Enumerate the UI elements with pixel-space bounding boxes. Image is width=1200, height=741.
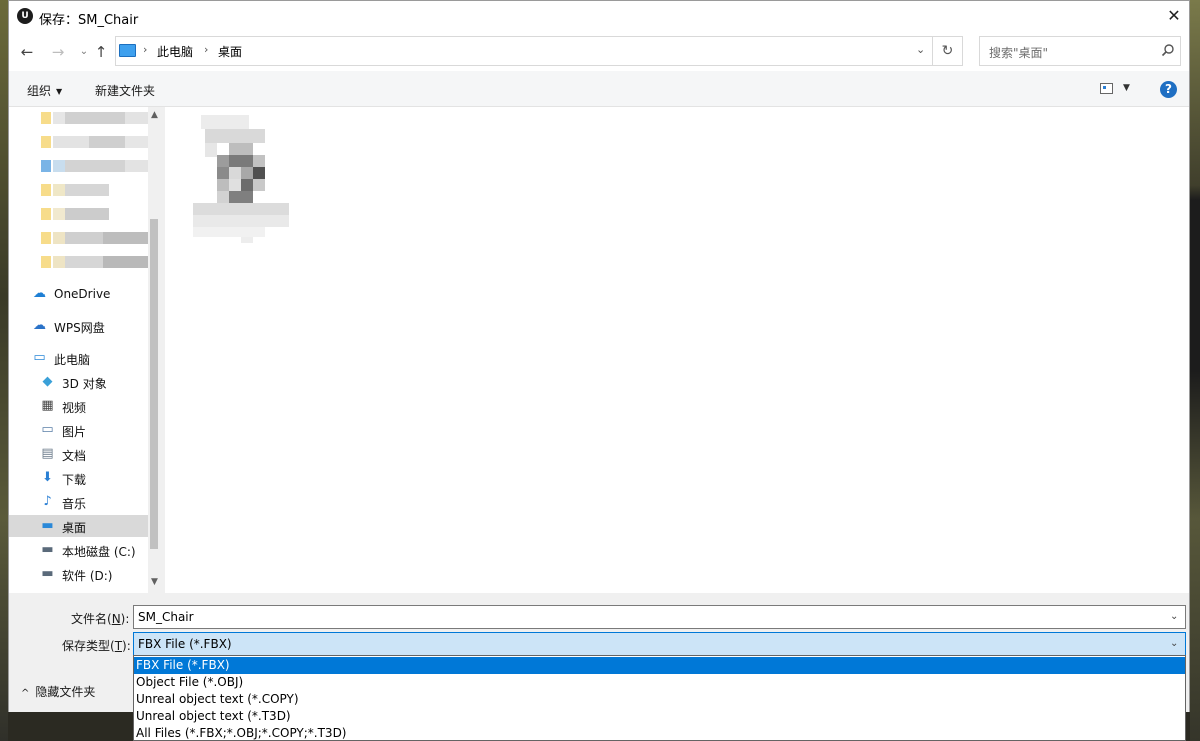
- obscured-quick-access-item[interactable]: [41, 112, 151, 124]
- command-bar: 组织 ▼ 新建文件夹 ▼ ?: [9, 71, 1189, 107]
- nav-item-videos[interactable]: ▦ 视频: [9, 395, 156, 417]
- breadcrumb-separator-icon[interactable]: ›: [143, 43, 147, 56]
- breadcrumb-this-pc[interactable]: 此电脑: [157, 43, 193, 60]
- navigation-bar: ← → ⌄ ↑ › 此电脑 › 桌面 ⌄ ↻ 搜索"桌面": [9, 33, 1189, 71]
- search-input[interactable]: 搜索"桌面": [979, 36, 1181, 66]
- scroll-down-arrow-icon[interactable]: ▼: [151, 577, 158, 587]
- dropdown-option-fbx[interactable]: FBX File (*.FBX): [134, 657, 1185, 674]
- save-type-dropdown-list: FBX File (*.FBX) Object File (*.OBJ) Unr…: [133, 655, 1186, 741]
- desktop-background-left: [0, 0, 8, 741]
- search-icon[interactable]: [1161, 43, 1175, 57]
- view-dropdown-caret-icon[interactable]: ▼: [1123, 83, 1130, 93]
- recent-locations-chevron-icon[interactable]: ⌄: [75, 42, 93, 62]
- close-button[interactable]: ✕: [1159, 1, 1189, 33]
- nav-item-drive-d[interactable]: ▬ 软件 (D:): [9, 563, 156, 585]
- organize-button[interactable]: 组织 ▼: [27, 82, 62, 99]
- drive-icon: ▬: [41, 542, 54, 557]
- nav-item-this-pc[interactable]: ▭ 此电脑: [9, 347, 156, 369]
- computer-icon: ▭: [33, 350, 46, 365]
- obscured-quick-access-item[interactable]: [41, 160, 151, 172]
- scroll-thumb[interactable]: [150, 219, 158, 549]
- file-list-view[interactable]: [165, 107, 1189, 593]
- unreal-app-icon: U: [17, 8, 33, 24]
- computer-icon: [119, 44, 136, 57]
- obscured-quick-access-item[interactable]: [41, 256, 151, 268]
- nav-item-label: 此电脑: [54, 353, 91, 367]
- nav-item-documents[interactable]: ▤ 文档: [9, 443, 156, 465]
- nav-item-label: 文档: [62, 449, 87, 463]
- nav-item-label: 3D 对象: [62, 377, 107, 391]
- obscured-quick-access-item[interactable]: [41, 208, 111, 220]
- cloud-outline-icon: ☁: [33, 318, 46, 333]
- back-arrow-icon[interactable]: ←: [18, 42, 36, 62]
- dropdown-caret-icon: ▼: [56, 87, 63, 96]
- nav-item-label: WPS网盘: [54, 321, 105, 335]
- forward-arrow-icon[interactable]: →: [49, 42, 67, 62]
- save-type-value: FBX File (*.FBX): [138, 637, 232, 651]
- chevron-up-icon: ^: [21, 688, 30, 699]
- search-placeholder: 搜索"桌面": [989, 46, 1049, 60]
- nav-item-3d-objects[interactable]: ◆ 3D 对象: [9, 371, 156, 393]
- nav-item-label: 桌面: [62, 521, 87, 535]
- nav-item-desktop[interactable]: ▬ 桌面: [9, 515, 156, 537]
- hide-folders-button[interactable]: ^ 隐藏文件夹: [21, 683, 95, 700]
- save-dialog: U 保存：SM_Chair ✕ ← → ⌄ ↑ › 此电脑 › 桌面 ⌄ ↻ 搜…: [8, 0, 1190, 712]
- navigation-pane: ☁ OneDrive ☁ WPS网盘 ▭ 此电脑 ◆ 3D 对象 ▦ 视频 ▭ …: [9, 107, 164, 593]
- nav-item-drive-c[interactable]: ▬ 本地磁盘 (C:): [9, 539, 156, 561]
- nav-item-label: 本地磁盘 (C:): [62, 545, 136, 559]
- nav-item-music[interactable]: ♪ 音乐: [9, 491, 156, 513]
- nav-item-label: OneDrive: [54, 287, 111, 301]
- dropdown-option-obj[interactable]: Object File (*.OBJ): [134, 674, 1185, 691]
- obscured-quick-access-item[interactable]: [41, 184, 111, 196]
- nav-item-pictures[interactable]: ▭ 图片: [9, 419, 156, 441]
- cube-icon: ◆: [42, 374, 53, 389]
- view-options-icon[interactable]: [1100, 83, 1113, 94]
- hide-folders-label: 隐藏文件夹: [35, 685, 96, 699]
- document-icon: ▤: [41, 446, 54, 461]
- nav-item-label: 软件 (D:): [62, 569, 113, 583]
- save-type-label: 保存类型(T):: [62, 639, 131, 653]
- up-arrow-icon[interactable]: ↑: [92, 42, 110, 62]
- window-title: 保存：SM_Chair: [39, 13, 139, 28]
- save-type-select[interactable]: FBX File (*.FBX) ⌄: [133, 632, 1186, 656]
- drive-icon: ▬: [41, 566, 54, 581]
- nav-item-label: 下载: [62, 473, 87, 487]
- scroll-up-arrow-icon[interactable]: ▲: [151, 110, 158, 120]
- desktop-icon: ▬: [41, 518, 54, 533]
- obscured-quick-access-item[interactable]: [41, 232, 151, 244]
- desktop-background-right: [1190, 0, 1200, 741]
- nav-item-label: 视频: [62, 401, 87, 415]
- nav-item-label: 音乐: [62, 497, 87, 511]
- download-arrow-icon: ⬇: [42, 470, 53, 485]
- organize-label: 组织: [27, 84, 52, 98]
- dropdown-option-all-files[interactable]: All Files (*.FBX;*.OBJ;*.COPY;*.T3D): [134, 725, 1185, 741]
- refresh-button[interactable]: ↻: [933, 36, 963, 66]
- obscured-file-icon[interactable]: [193, 115, 289, 243]
- filename-input[interactable]: SM_Chair ⌄: [133, 605, 1186, 629]
- chevron-down-icon[interactable]: ⌄: [1170, 611, 1178, 622]
- chevron-down-icon[interactable]: ⌄: [1170, 638, 1178, 649]
- dropdown-option-t3d[interactable]: Unreal object text (*.T3D): [134, 708, 1185, 725]
- cloud-icon: ☁: [33, 286, 46, 301]
- obscured-quick-access-item[interactable]: [41, 136, 151, 148]
- picture-icon: ▭: [41, 422, 54, 437]
- nav-item-downloads[interactable]: ⬇ 下载: [9, 467, 156, 489]
- dropdown-option-copy[interactable]: Unreal object text (*.COPY): [134, 691, 1185, 708]
- breadcrumb-separator-icon[interactable]: ›: [204, 43, 208, 56]
- nav-item-onedrive[interactable]: ☁ OneDrive: [9, 283, 156, 305]
- address-bar[interactable]: › 此电脑 › 桌面 ⌄: [115, 36, 933, 66]
- address-history-chevron-icon[interactable]: ⌄: [916, 43, 925, 56]
- film-icon: ▦: [41, 398, 54, 413]
- nav-item-label: 图片: [62, 425, 87, 439]
- nav-item-wps-cloud[interactable]: ☁ WPS网盘: [9, 315, 156, 337]
- nav-scrollbar[interactable]: ▲ ▼: [148, 107, 164, 593]
- filename-value: SM_Chair: [138, 610, 194, 624]
- filename-label: 文件名(N):: [71, 612, 130, 626]
- music-note-icon: ♪: [43, 494, 52, 509]
- title-bar: U 保存：SM_Chair ✕: [9, 1, 1189, 33]
- new-folder-button[interactable]: 新建文件夹: [95, 82, 155, 99]
- breadcrumb-desktop[interactable]: 桌面: [218, 43, 242, 60]
- help-icon[interactable]: ?: [1160, 81, 1177, 98]
